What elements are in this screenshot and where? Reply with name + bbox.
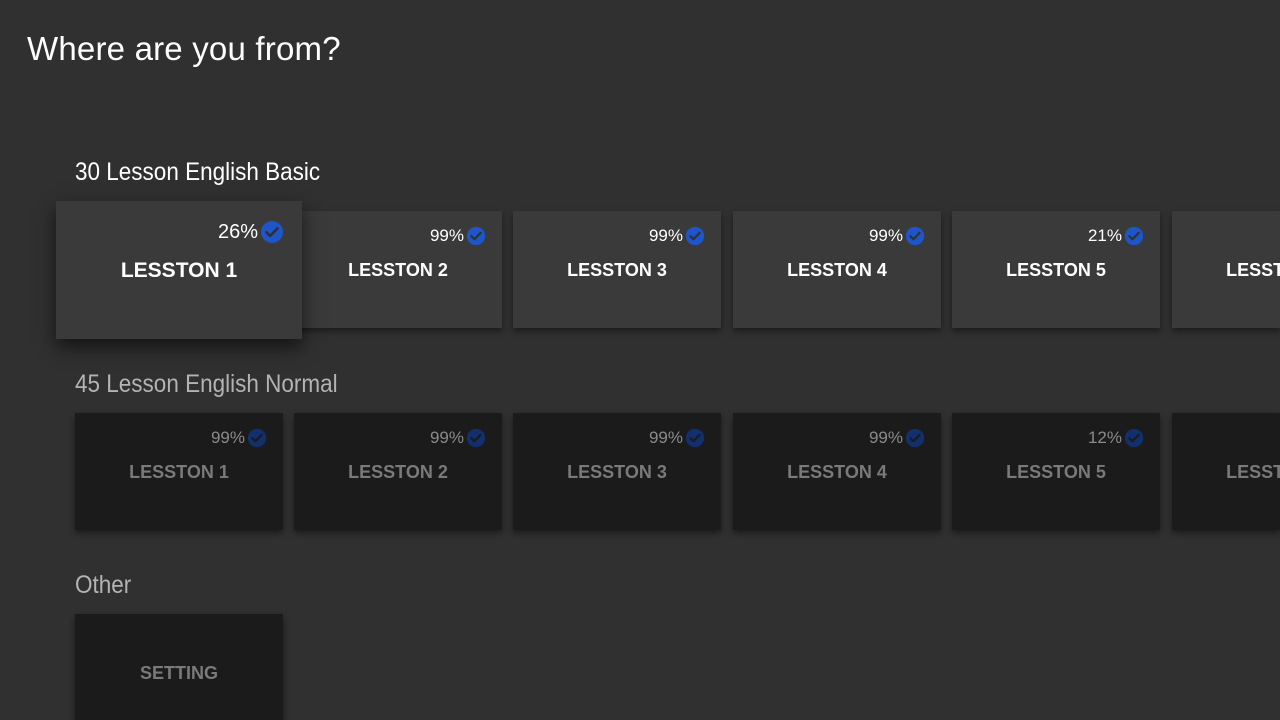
lesson-card-basic-1[interactable]: 26% LESSTON 1 [56,201,302,339]
check-circle-icon [1124,226,1144,246]
lesson-card-normal-1[interactable]: 99% LESSTON 1 [75,413,283,530]
card-progress: 99% [869,226,925,246]
card-progress: 99% [869,428,925,448]
progress-percent: 99% [648,226,683,245]
card-title: LESSTON 2 [348,462,448,482]
row-header-other: Other [75,571,132,599]
card-title: LESSTON 5 [1006,462,1106,482]
lesson-card-normal-3[interactable]: 99% LESSTON 3 [513,413,721,530]
progress-percent: 99% [648,428,683,447]
card-title: LESSTON 4 [787,462,887,482]
card-title: LESSTON 3 [567,462,667,482]
lesson-card-basic-3[interactable]: 99% LESSTON 3 [513,211,721,328]
card-title: LESSTON 2 [348,260,448,280]
card-progress: 99% [430,226,486,246]
check-circle-icon [905,226,925,246]
lesson-card-basic-5[interactable]: 21% LESSTON 5 [952,211,1160,328]
card-title: LESSTON 3 [567,260,667,280]
setting-card[interactable]: SETTING [75,614,283,720]
card-title: SETTING [139,663,218,683]
card-progress: 21% [1088,226,1144,246]
lesson-card-normal-4[interactable]: 99% LESSTON 4 [733,413,941,530]
check-circle-icon [1124,428,1144,448]
progress-percent: 99% [429,226,464,245]
page-title: Where are you from? [27,30,341,67]
card-progress: 26% [218,220,284,244]
card-progress: 99% [430,428,486,448]
card-title: LESSTON 5 [1006,260,1106,280]
lesson-card-normal-5[interactable]: 12% LESSTON 5 [952,413,1160,530]
progress-percent: 99% [868,226,903,245]
progress-percent: 99% [868,428,903,447]
check-circle-icon [685,428,705,448]
check-circle-icon [466,428,486,448]
card-title: LESSTON 6 [1226,462,1280,482]
row-header-basic: 30 Lesson English Basic [75,158,321,186]
card-progress: 99% [649,226,705,246]
check-circle-icon [466,226,486,246]
lesson-card-basic-4[interactable]: 99% LESSTON 4 [733,211,941,328]
check-circle-icon [685,226,705,246]
check-circle-icon [247,428,267,448]
lesson-card-basic-2[interactable]: 99% LESSTON 2 [294,211,502,328]
progress-percent: 12% [1087,428,1122,447]
progress-percent: 99% [210,428,245,447]
card-title: LESSTON 1 [129,462,229,482]
check-circle-icon [260,220,284,244]
lesson-card-normal-2[interactable]: 99% LESSTON 2 [294,413,502,530]
card-title: LESSTON 4 [787,260,887,280]
progress-percent: 26% [217,220,258,243]
lesson-card-normal-6[interactable]: LESSTON 6 [1172,413,1280,530]
card-title: LESSTON 6 [1226,260,1280,280]
row-header-normal: 45 Lesson English Normal [75,370,338,398]
progress-percent: 21% [1087,226,1122,245]
card-progress: 12% [1088,428,1144,448]
card-title: LESSTON 1 [120,259,238,282]
card-progress: 99% [649,428,705,448]
card-progress: 99% [211,428,267,448]
lesson-card-basic-6[interactable]: LESSTON 6 [1172,211,1280,328]
check-circle-icon [905,428,925,448]
browse-screen: Where are you from? 30 Lesson English Ba… [0,0,1280,720]
progress-percent: 99% [429,428,464,447]
